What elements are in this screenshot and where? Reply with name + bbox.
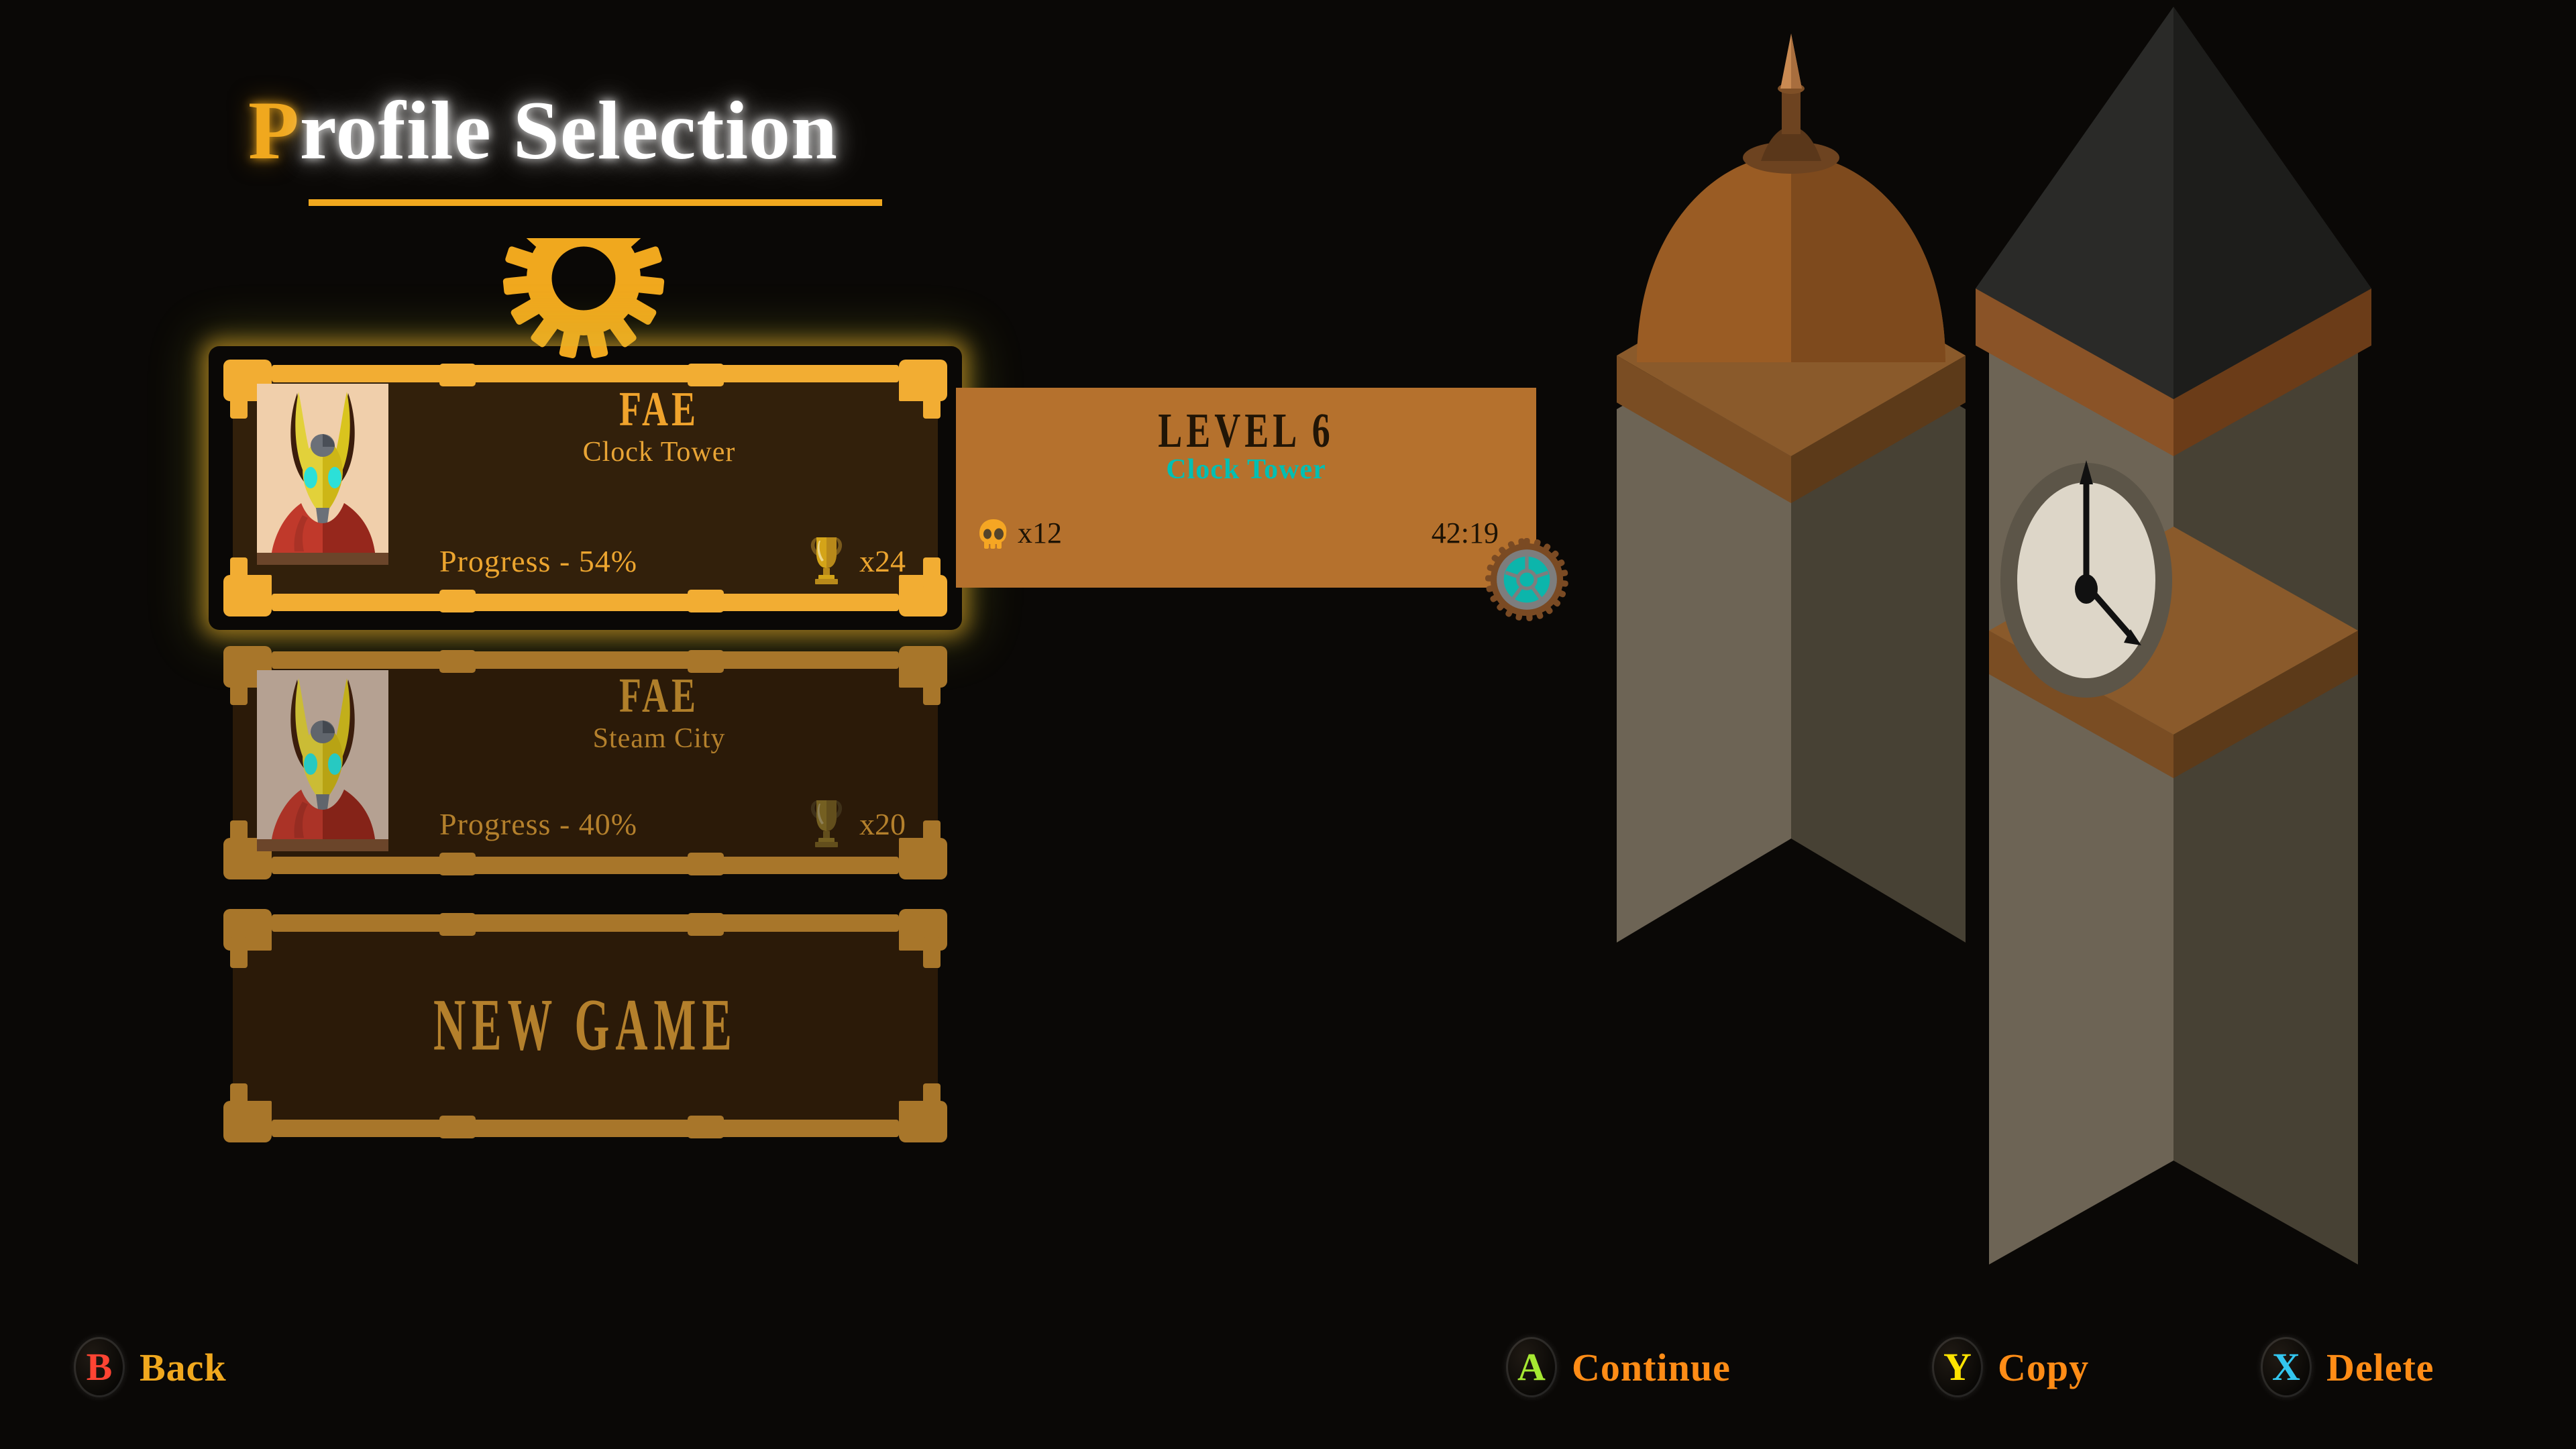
gear-icon bbox=[1483, 535, 1571, 624]
button-b-icon[interactable]: B bbox=[74, 1337, 125, 1397]
profile-progress: Progress - 40% bbox=[439, 807, 638, 841]
detail-level-label: LEVEL 6 bbox=[1158, 403, 1334, 458]
new-game-button[interactable]: NEW GAME bbox=[218, 905, 953, 1146]
button-a-icon[interactable]: A bbox=[1506, 1337, 1557, 1397]
button-y-icon[interactable]: Y bbox=[1932, 1337, 1983, 1397]
hint-delete[interactable]: X Delete bbox=[2261, 1334, 2434, 1401]
profile-slot: FAE Steam City Progress - 40% x20 bbox=[218, 642, 976, 883]
controller-hint-bar: B Back A Continue Y Copy X Delete bbox=[0, 1334, 2576, 1421]
hint-continue-label: Continue bbox=[1572, 1345, 1731, 1389]
profile-area: Clock Tower bbox=[582, 437, 736, 468]
fae-avatar bbox=[257, 670, 388, 839]
fae-avatar bbox=[257, 384, 388, 553]
button-x-icon[interactable]: X bbox=[2261, 1337, 2312, 1397]
profile-card-selected[interactable]: FAE Clock Tower Progress - 54% x24 bbox=[218, 356, 953, 621]
profile-slot: FAE Clock Tower Progress - 54% x24 bbox=[218, 356, 976, 621]
detail-deaths-count: x12 bbox=[1018, 517, 1062, 549]
hint-delete-label: Delete bbox=[2326, 1345, 2434, 1389]
gear-icon bbox=[500, 195, 667, 362]
detail-area-label: Clock Tower bbox=[1166, 454, 1326, 485]
hint-continue[interactable]: A Continue bbox=[1506, 1334, 1731, 1401]
hint-back[interactable]: B Back bbox=[74, 1334, 227, 1401]
page-title-initial: P bbox=[248, 85, 300, 176]
trophy-icon bbox=[808, 798, 845, 847]
title-underline bbox=[309, 199, 882, 206]
hint-back-label: Back bbox=[140, 1345, 227, 1389]
trophy-icon bbox=[808, 535, 845, 584]
profile-trophy-count: x24 bbox=[859, 544, 906, 578]
new-game-label: NEW GAME bbox=[218, 984, 953, 1066]
hint-copy[interactable]: Y Copy bbox=[1932, 1334, 2089, 1401]
profile-selection-screen: Profile Selection LEVEL 6 Clock Tower x1… bbox=[0, 0, 2576, 1449]
button-y-glyph: Y bbox=[1943, 1345, 1972, 1389]
profile-card[interactable]: FAE Steam City Progress - 40% x20 bbox=[218, 642, 953, 883]
page-title-rest: rofile Selection bbox=[299, 85, 839, 176]
profile-progress: Progress - 54% bbox=[439, 544, 638, 578]
profile-detail-panel: LEVEL 6 Clock Tower x12 42:19 bbox=[956, 388, 1536, 588]
profile-name: FAE bbox=[619, 382, 699, 437]
profile-area: Steam City bbox=[592, 723, 726, 754]
profile-list: FAE Clock Tower Progress - 54% x24 FAE S… bbox=[218, 356, 976, 1168]
clock-tower-illustration bbox=[1617, 7, 2569, 1295]
new-game-text: NEW GAME bbox=[433, 984, 738, 1067]
page-title: Profile Selection bbox=[248, 87, 939, 174]
profile-trophy-count: x20 bbox=[859, 807, 906, 841]
avatar-shelf bbox=[257, 553, 388, 565]
page-header: Profile Selection bbox=[248, 87, 939, 359]
button-b-glyph: B bbox=[86, 1345, 113, 1389]
profile-slot: NEW GAME bbox=[218, 905, 976, 1146]
profile-name: FAE bbox=[619, 668, 699, 723]
avatar-shelf bbox=[257, 839, 388, 851]
button-a-glyph: A bbox=[1517, 1345, 1546, 1389]
hint-copy-label: Copy bbox=[1998, 1345, 2090, 1389]
button-x-glyph: X bbox=[2272, 1345, 2300, 1389]
skull-icon bbox=[977, 518, 1010, 553]
